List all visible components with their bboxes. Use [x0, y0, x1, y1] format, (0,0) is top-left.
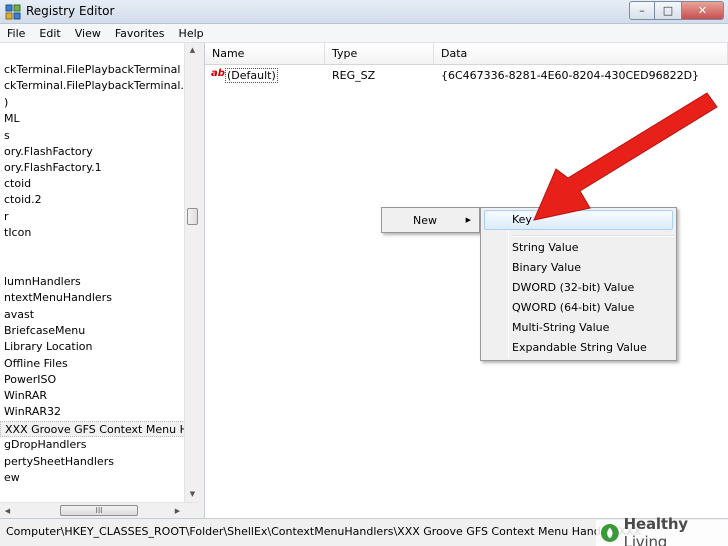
tree-horizontal-scrollbar[interactable]: ◀ III ▶	[0, 502, 199, 518]
tree-item[interactable]: s	[4, 128, 10, 144]
row-name: (Default)	[225, 67, 278, 84]
submenu-item-multi-string-value[interactable]: Multi-String Value	[484, 318, 673, 338]
menu-separator	[511, 235, 674, 237]
submenu-item-dword-value[interactable]: DWORD (32-bit) Value	[484, 278, 673, 298]
column-header-data[interactable]: Data	[434, 43, 728, 65]
tree-item[interactable]: WinRAR32	[4, 404, 61, 420]
string-value-icon: ab	[211, 68, 225, 79]
menu-file[interactable]: File	[0, 24, 32, 43]
menu-view[interactable]: View	[68, 24, 108, 43]
submenu-item-qword-value[interactable]: QWORD (64-bit) Value	[484, 298, 673, 318]
tree-item[interactable]: )	[4, 95, 8, 111]
submenu-arrow-icon: ▶	[465, 216, 471, 224]
tree-item[interactable]: ML	[4, 111, 20, 127]
tree-item[interactable]: ntextMenuHandlers	[4, 290, 112, 306]
tree-item[interactable]: lumnHandlers	[4, 274, 81, 290]
tree-item[interactable]: ckTerminal.FilePlaybackTerminal.1	[4, 78, 191, 94]
menu-favorites[interactable]: Favorites	[108, 24, 172, 43]
close-button[interactable]: ✕	[681, 1, 724, 20]
registry-editor-icon	[5, 4, 21, 20]
registry-path: Computer\HKEY_CLASSES_ROOT\Folder\ShellE…	[6, 525, 642, 538]
maximize-button[interactable]: □	[655, 1, 681, 20]
context-menu: New ▶	[381, 207, 480, 233]
context-menu-new[interactable]: New ▶	[385, 211, 477, 230]
tree-item[interactable]: ctoid	[4, 176, 31, 192]
minimize-button[interactable]: –	[629, 1, 655, 20]
new-submenu: Key String Value Binary Value DWORD (32-…	[480, 207, 677, 361]
title-bar: Registry Editor – □ ✕	[0, 0, 728, 24]
column-header-name[interactable]: Name	[205, 43, 325, 65]
tree-item[interactable]: BriefcaseMenu	[4, 323, 85, 339]
menu-bar: File Edit View Favorites Help	[0, 24, 728, 43]
tree-item-selected[interactable]: XXX Groove GFS Context Menu Hand	[0, 421, 198, 437]
scroll-down-icon[interactable]: ▼	[185, 487, 200, 502]
healthy-living-logo-icon	[600, 524, 619, 542]
window-controls: – □ ✕	[629, 1, 724, 20]
menu-help[interactable]: Help	[172, 24, 211, 43]
tree-item[interactable]: WinRAR	[4, 388, 47, 404]
tree-item[interactable]: tIcon	[4, 225, 31, 241]
tree-item[interactable]: ory.FlashFactory.1	[4, 160, 102, 176]
tree-item[interactable]: ckTerminal.FilePlaybackTerminal	[4, 62, 180, 78]
watermark: Healthy Living	[596, 515, 728, 546]
row-type: REG_SZ	[332, 69, 376, 82]
row-data: {6C467336-8281-4E60-8204-430CED96822D}	[441, 69, 700, 82]
tree-item[interactable]: pertySheetHandlers	[4, 454, 114, 470]
window-title: Registry Editor	[26, 4, 115, 18]
watermark-text: Healthy Living	[624, 515, 724, 546]
watermark-brand-bold: Healthy	[623, 515, 688, 533]
scroll-up-icon[interactable]: ▲	[185, 43, 200, 58]
tree-item[interactable]: Offline Files	[4, 356, 68, 372]
watermark-brand-regular: Living	[623, 533, 668, 546]
table-row[interactable]: ab (Default) REG_SZ {6C467336-8281-4E60-…	[205, 67, 728, 84]
tree-item[interactable]: avast	[4, 307, 34, 323]
submenu-item-string-value[interactable]: String Value	[484, 238, 673, 258]
tree-item[interactable]: r	[4, 209, 9, 225]
tree-item[interactable]: Library Location	[4, 339, 92, 355]
submenu-item-binary-value[interactable]: Binary Value	[484, 258, 673, 278]
scroll-right-icon[interactable]: ▶	[170, 503, 185, 519]
default-value-name: (Default)	[225, 68, 278, 83]
tree-item[interactable]: PowerISO	[4, 372, 56, 388]
tree-item[interactable]: ory.FlashFactory	[4, 144, 93, 160]
tree-item[interactable]: ew	[4, 470, 20, 486]
column-header-type[interactable]: Type	[325, 43, 434, 65]
registry-tree[interactable]: ckTerminal.FilePlaybackTerminal ckTermin…	[0, 43, 199, 518]
scroll-thumb-horizontal[interactable]: III	[60, 505, 138, 516]
menu-edit[interactable]: Edit	[32, 24, 67, 43]
tree-item[interactable]: gDropHandlers	[4, 437, 87, 453]
scroll-thumb[interactable]	[187, 208, 198, 225]
tree-item[interactable]: ctoid.2	[4, 192, 42, 208]
scroll-left-icon[interactable]: ◀	[0, 503, 15, 519]
submenu-item-expandable-string-value[interactable]: Expandable String Value	[484, 338, 673, 358]
red-arrow-annotation	[533, 92, 718, 221]
tree-vertical-scrollbar[interactable]: ▲ ▼	[184, 43, 199, 502]
context-menu-new-label: New	[413, 214, 437, 227]
